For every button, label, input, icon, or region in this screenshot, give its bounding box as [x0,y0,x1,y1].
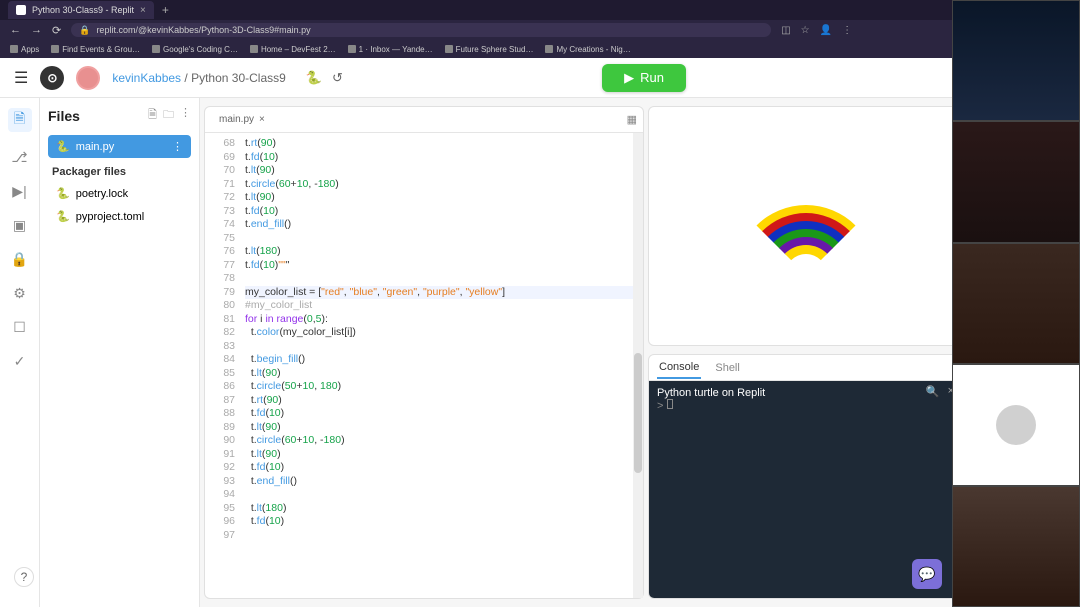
extension-icon[interactable]: ◫ [781,25,790,36]
close-icon[interactable]: × [140,5,146,16]
video-participant[interactable] [952,364,1080,485]
bookmark-item[interactable]: Future Sphere Stud… [445,45,534,54]
history-icon[interactable]: ↺ [332,70,343,86]
editor-panel: main.py × ▦ 6869707172737475767778798081… [204,106,644,599]
packages-icon[interactable]: ▣ [11,216,29,234]
play-icon: ▶ [624,70,634,86]
search-icon[interactable]: 🔍 [926,385,940,398]
video-participant[interactable] [952,0,1080,121]
python-icon: 🐍 [56,140,70,153]
bookmark-item[interactable]: Google's Coding C… [152,45,238,54]
database-icon[interactable]: ☐ [11,318,29,336]
bookmark-item[interactable]: Home – DevFest 2… [250,45,336,54]
project-name: Python 30-Class9 [191,71,286,85]
new-file-icon[interactable]: 🗎 [148,106,157,125]
chat-button[interactable]: 💬 [912,559,942,589]
bookmark-bar: Apps Find Events & Grou… Google's Coding C… [0,40,1080,58]
forward-button[interactable]: → [31,24,42,36]
turtle-output [648,106,963,346]
breadcrumb: kevinKabbes / Python 30-Class9 [112,71,285,85]
run-button[interactable]: ▶ Run [602,64,686,92]
share-icon[interactable]: ☆ [801,25,810,36]
file-menu-icon[interactable]: ⋮ [172,140,183,153]
file-item[interactable]: 🐍poetry.lock [48,182,191,205]
bookmark-item[interactable]: Apps [10,45,39,54]
bookmark-item[interactable]: Find Events & Grou… [51,45,140,54]
replit-logo[interactable]: ⊙ [40,66,64,90]
files-icon[interactable]: 🗎 [8,108,32,132]
editor-layout-icon[interactable]: ▦ [627,113,637,126]
reload-button[interactable]: ⟳ [52,24,61,37]
vcs-icon[interactable]: ⎇ [11,148,29,166]
language-icon[interactable]: 🐍 [306,70,322,86]
video-participant[interactable] [952,243,1080,364]
browser-tab-bar: Python 30-Class9 - Replit × + [0,0,1080,20]
close-icon[interactable]: × [259,114,265,125]
settings-icon[interactable]: ⚙ [11,284,29,302]
tab-favicon [16,5,26,15]
file-main-py[interactable]: 🐍 main.py ⋮ [48,135,191,158]
check-icon[interactable]: ✓ [11,352,29,370]
files-panel: Files 🗎 🗀 ⋮ 🐍 main.py ⋮ Packager files 🐍… [40,98,200,607]
file-item[interactable]: 🐍pyproject.toml [48,205,191,228]
console-title: Python turtle on Replit [657,387,954,399]
editor-tab-main[interactable]: main.py × [211,110,273,129]
shell-tab[interactable]: Shell [713,358,741,378]
video-participant[interactable] [952,121,1080,242]
menu-icon[interactable]: ⋮ [842,25,852,36]
url-input[interactable]: 🔒 replit.com/@kevinKabbes/Python-3D-Clas… [71,23,771,37]
new-folder-icon[interactable]: 🗀 [163,106,174,125]
new-tab-button[interactable]: + [162,3,169,17]
code-editor[interactable]: 6869707172737475767778798081828384858687… [205,133,643,598]
bookmark-item[interactable]: My Creations - Nig… [545,45,630,54]
hamburger-icon[interactable]: ☰ [14,68,28,88]
files-title: Files [48,108,80,124]
more-icon[interactable]: ⋮ [180,106,191,125]
video-call-strip [952,0,1080,607]
debug-icon[interactable]: ▶| [11,182,29,200]
profile-icon[interactable]: 👤 [820,25,832,36]
browser-tab[interactable]: Python 30-Class9 - Replit × [8,1,154,19]
scrollbar[interactable] [633,133,643,598]
replit-header: ☰ ⊙ kevinKabbes / Python 30-Class9 🐍 ↺ ▶… [0,58,1080,98]
back-button[interactable]: ← [10,24,21,36]
user-avatar[interactable] [76,66,100,90]
video-participant[interactable] [952,486,1080,607]
tab-title: Python 30-Class9 - Replit [32,5,134,15]
username-link[interactable]: kevinKabbes [112,71,181,85]
lock-icon: 🔒 [79,25,90,36]
bookmark-item[interactable]: 1 · Inbox — Yande… [348,45,433,54]
secrets-icon[interactable]: 🔒 [11,250,29,268]
console-tab[interactable]: Console [657,357,701,379]
help-button[interactable]: ? [14,567,34,587]
sidebar: 🗎 ⎇ ▶| ▣ 🔒 ⚙ ☐ ✓ [0,98,40,607]
packager-label: Packager files [48,158,191,182]
